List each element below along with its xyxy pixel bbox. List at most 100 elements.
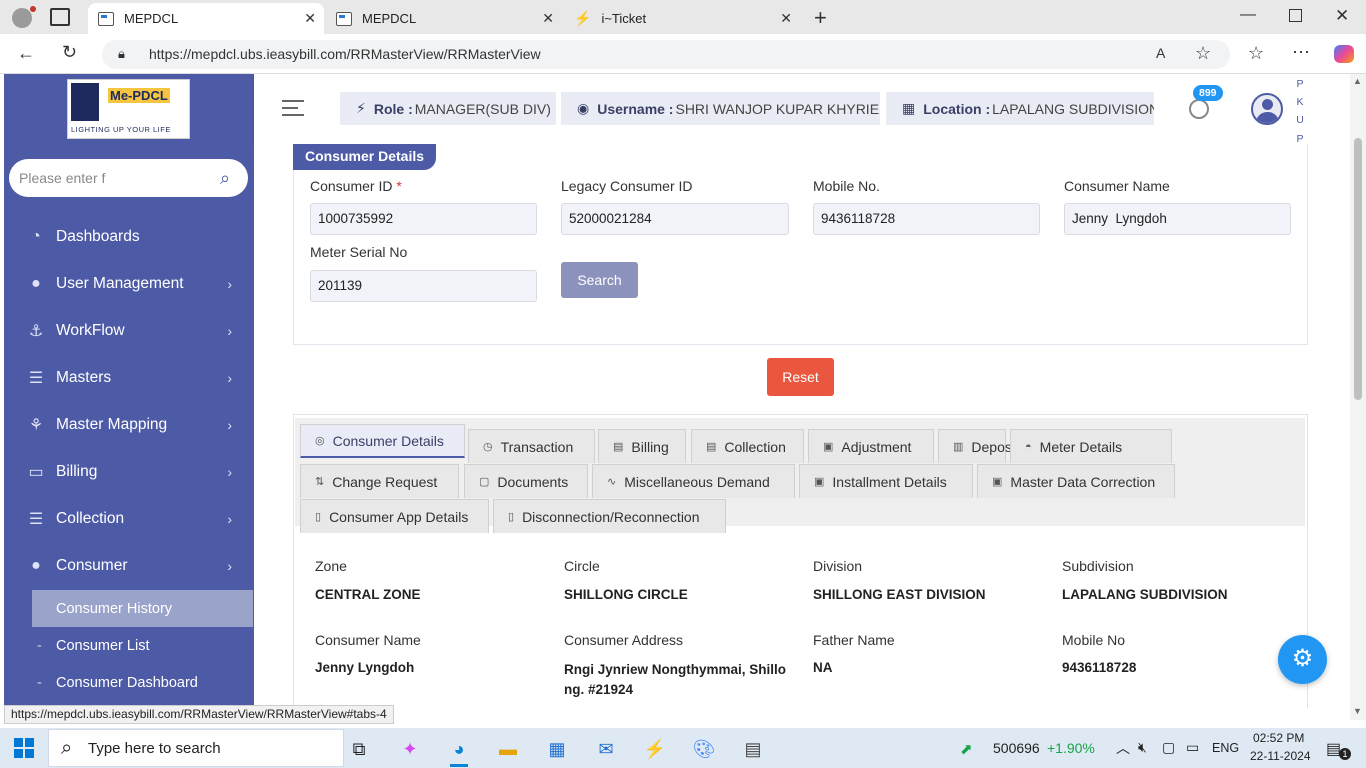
sidebar-item-consumer[interactable]: ● Consumer › [4, 542, 254, 589]
tab-title: MEPDCL [124, 11, 179, 26]
tab-adjustment[interactable]: ▣ Adjustment [808, 429, 934, 463]
clock-time[interactable]: 02:52 PM [1253, 731, 1304, 745]
refresh-icon[interactable]: ↻ [62, 42, 77, 63]
stock-value[interactable]: 500696 [993, 740, 1040, 756]
file-explorer-icon[interactable]: ▬ [493, 734, 523, 764]
browser-tab-1[interactable]: MEPDCL ✕ [88, 3, 324, 34]
tab-meter-details[interactable]: ◓ Meter Details [1010, 429, 1172, 463]
tab-consumer-app-details[interactable]: ▯ Consumer App Details [300, 499, 489, 533]
tab-change-request[interactable]: ⇅ Change Request [300, 464, 459, 498]
browser-tab-2[interactable]: MEPDCL ✕ [326, 3, 562, 34]
tab-consumer-details[interactable]: ◎ Consumer Details [300, 424, 465, 458]
sidebar-item-masters[interactable]: ☰ Masters › [4, 354, 254, 401]
sidebar-search-input[interactable]: Please enter f [9, 159, 248, 197]
scroll-down-arrow-icon[interactable]: ▼ [1353, 706, 1362, 716]
stock-change[interactable]: +1.90% [1047, 740, 1095, 756]
copilot-icon[interactable] [1334, 45, 1354, 63]
settings-fab[interactable]: ⚙ [1278, 635, 1327, 684]
language-indicator[interactable]: ENG [1212, 741, 1239, 755]
anchor-icon: ⚓︎ [28, 322, 44, 340]
dashboard-icon: ◔ [31, 227, 41, 245]
chevron-up-icon[interactable]: ︿ [1116, 738, 1130, 758]
task-view-icon[interactable]: ⧉ [344, 734, 374, 764]
hamburger-menu-icon[interactable] [282, 100, 304, 116]
calculator-icon[interactable]: ▤ [738, 734, 768, 764]
reset-button[interactable]: Reset [767, 358, 834, 396]
tab-title: MEPDCL [362, 11, 417, 26]
username-value: SHRI WANJOP KUPAR KHYRIE... [675, 100, 880, 117]
url-input[interactable]: https://mepdcl.ubs.ieasybill.com/RRMaste… [102, 40, 1230, 69]
tab-icon: ◷ [483, 441, 493, 453]
tab-documents[interactable]: ▢ Documents [464, 464, 588, 498]
browser-tab-3[interactable]: ⚡ i~Ticket ✕ [564, 3, 800, 34]
tab-transaction[interactable]: ◷ Transaction [468, 429, 595, 463]
main-content: Consumer Details Consumer ID * 100073599… [254, 144, 1350, 708]
profile-icon[interactable] [12, 8, 32, 28]
zone-value: CENTRAL ZONE [315, 587, 421, 602]
sidebar-item-master-mapping[interactable]: ⚘ Master Mapping › [4, 401, 254, 448]
avatar[interactable] [1251, 93, 1283, 125]
search-icon[interactable]: ⌕ [220, 168, 230, 189]
detail-mobile-value: 9436118728 [1062, 660, 1137, 675]
store-icon[interactable]: ▦ [542, 734, 572, 764]
close-icon[interactable]: ✕ [542, 10, 554, 27]
mute-icon[interactable]: 🔇︎ [1138, 739, 1147, 756]
sidebar-subitem-consumer-list[interactable]: - Consumer List [32, 627, 253, 664]
user-circle-icon: ◉ [577, 100, 590, 116]
display-icon[interactable]: ▭ [1186, 739, 1199, 756]
tab-miscellaneous-demand[interactable]: ∿ Miscellaneous Demand [592, 464, 795, 498]
tab-billing[interactable]: ▤ Billing [598, 429, 686, 463]
new-tab-icon[interactable]: + [814, 5, 827, 31]
location-label: Location : [923, 100, 991, 117]
edge-icon[interactable]: ◕ [444, 734, 474, 764]
taskbar-search-box[interactable]: ⌕ Type here to search [48, 729, 344, 767]
minimize-icon[interactable]: — [1240, 6, 1256, 24]
page-scrollbar[interactable]: ▲ ▼ [1350, 74, 1366, 720]
back-icon[interactable]: ← [17, 43, 35, 64]
sidebar-item-billing[interactable]: ▭ Billing › [4, 448, 254, 495]
username-label: Username : [597, 100, 674, 117]
network-icon[interactable]: ▢ [1162, 739, 1175, 756]
tab-deposit[interactable]: ▥ Deposit [938, 429, 1019, 463]
tab-actions-icon[interactable] [50, 8, 70, 26]
sidebar-subitem-consumer-history[interactable]: Consumer History [32, 590, 253, 627]
consumer-address-label: Consumer Address [564, 632, 684, 648]
paint-icon[interactable]: 🎨︎ [689, 734, 719, 764]
mail-icon[interactable]: ✉ [591, 734, 621, 764]
sidebar-item-user-management[interactable]: ● User Management › [4, 260, 254, 307]
favorites-icon[interactable]: ☆ [1248, 43, 1264, 64]
sidebar-item-workflow[interactable]: ⚓︎ WorkFlow › [4, 307, 254, 354]
ticket-app-icon[interactable]: ⚡ [640, 734, 670, 764]
ticket-favicon-icon: ⚡ [574, 10, 592, 26]
meter-serial-input[interactable]: 201139 [310, 270, 537, 302]
consumer-name-input[interactable]: Jenny Lyngdoh [1064, 203, 1291, 235]
mobile-input[interactable]: 9436118728 [813, 203, 1040, 235]
site-info-icon[interactable]: 🔒︎ [118, 46, 125, 62]
read-aloud-icon[interactable]: A [1156, 45, 1165, 61]
tab-master-data-correction[interactable]: ▣ Master Data Correction [977, 464, 1175, 498]
windows-start-icon[interactable] [14, 738, 34, 758]
tab-disconnection-reconnection[interactable]: ▯ Disconnection/Reconnection [493, 499, 726, 533]
sidebar-item-collection[interactable]: ☰ Collection › [4, 495, 254, 542]
consumer-id-input[interactable]: 1000735992 [310, 203, 537, 235]
sidebar-subitem-consumer-dashboard[interactable]: - Consumer Dashboard [32, 664, 253, 701]
scroll-thumb[interactable] [1354, 138, 1362, 400]
tab-label: Master Data Correction [1010, 473, 1156, 490]
copilot-taskbar-icon[interactable]: ✦ [395, 734, 425, 764]
restore-icon[interactable] [1289, 9, 1302, 22]
close-window-icon[interactable]: ✕ [1335, 6, 1349, 26]
scroll-up-arrow-icon[interactable]: ▲ [1353, 76, 1362, 86]
close-icon[interactable]: ✕ [780, 10, 792, 27]
tab-installment-details[interactable]: ▣ Installment Details [799, 464, 973, 498]
tab-collection[interactable]: ▤ Collection [691, 429, 804, 463]
sidebar-item-dashboards[interactable]: ◔ Dashboards [4, 213, 254, 260]
tab-label: Transaction [500, 438, 574, 455]
favorite-star-icon[interactable]: ☆ [1195, 43, 1211, 64]
search-button[interactable]: Search [561, 262, 638, 298]
legacy-id-input[interactable]: 52000021284 [561, 203, 789, 235]
close-icon[interactable]: ✕ [304, 10, 316, 27]
more-menu-icon[interactable]: ⋯ [1292, 42, 1310, 63]
clock-date[interactable]: 22-11-2024 [1250, 749, 1311, 763]
history-clock-icon[interactable] [1189, 99, 1209, 119]
company-logo[interactable]: Me-PDCL LIGHTING UP YOUR LIFE [67, 79, 190, 139]
